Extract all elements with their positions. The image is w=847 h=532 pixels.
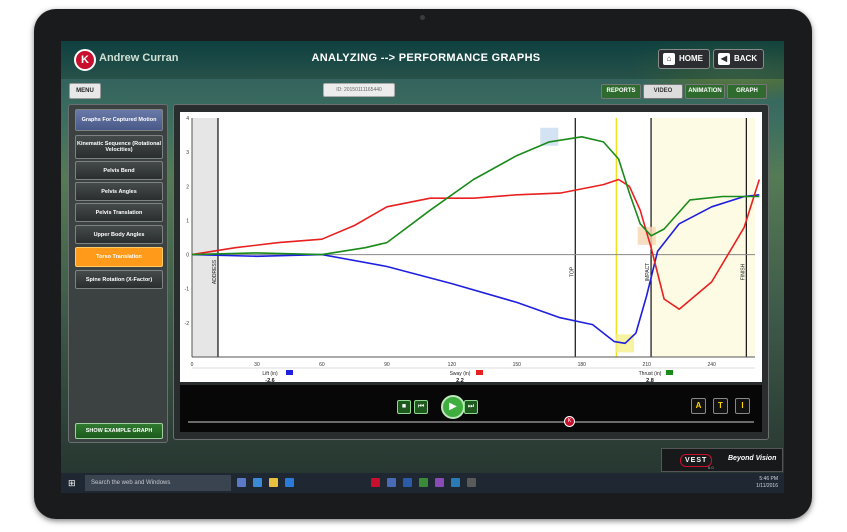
x-tick-label: 90 <box>384 362 390 368</box>
k-logo-icon: K <box>74 49 96 71</box>
brand-tagline: Beyond Vision <box>728 455 777 462</box>
x-tick-label: 150 <box>513 362 522 368</box>
app-icon-4[interactable] <box>419 478 428 487</box>
sidebar-item-pelvis-bend[interactable]: Pelvis Bend <box>75 161 163 180</box>
sidebar-item-torso-translation[interactable]: Torso Translation <box>75 247 163 267</box>
follow-through-region <box>651 118 755 357</box>
legend-value: 2.2 <box>456 378 464 382</box>
y-tick-label: -1 <box>185 287 190 293</box>
clock-date: 1/11/2016 <box>756 483 778 489</box>
back-button[interactable]: ◀ BACK <box>713 49 765 69</box>
playback-scrubber-track[interactable] <box>188 421 754 423</box>
phase-label: ADDRESS <box>212 259 218 284</box>
skip-back-icon[interactable]: ⏮ <box>414 400 428 414</box>
sidebar-item-pelvis-angles[interactable]: Pelvis Angles <box>75 182 163 201</box>
play-icon[interactable]: ▶ <box>441 395 465 419</box>
torso-translation-chart: ADDRESS TOP IMPACT FINISH-2-1012340 30 60 90 12… <box>185 116 761 384</box>
taskbar-clock: 5:46 PM 1/11/2016 <box>756 476 778 490</box>
y-tick-label: 0 <box>186 253 189 259</box>
capture-id: ID: 20150111165440 <box>323 83 395 97</box>
skip-forward-icon[interactable]: ⏭ <box>464 400 478 414</box>
sidebar-item-pelvis-translation[interactable]: Pelvis Translation <box>75 203 163 222</box>
legend-label: Thrust (in) <box>639 371 662 377</box>
tab-animation[interactable]: ANIMATION <box>685 84 725 99</box>
legend-swatch <box>666 370 673 375</box>
chart-area: ADDRESS TOP IMPACT FINISH -2 -1 0 1 2 3 4 0 30 60 90 12… <box>180 112 762 384</box>
menu-button[interactable]: MENU <box>69 83 101 99</box>
store-icon[interactable] <box>285 478 294 487</box>
page-title: ANALYZING --> PERFORMANCE GRAPHS <box>311 52 541 64</box>
edge-browser-icon[interactable] <box>253 478 262 487</box>
peak-highlight <box>540 127 559 146</box>
x-tick-label: 240 <box>708 362 717 368</box>
tab-reports[interactable]: REPORTS <box>601 84 641 99</box>
impact-marker-button[interactable]: I <box>735 398 750 414</box>
file-explorer-icon[interactable] <box>269 478 278 487</box>
playback-scrubber-handle[interactable]: K <box>564 416 575 427</box>
phase-label: FINISH <box>740 263 746 280</box>
legend-value: -2.6 <box>265 378 274 382</box>
taskbar-search-input[interactable]: Search the web and Windows <box>85 475 231 491</box>
home-label: HOME <box>679 54 703 63</box>
tab-video[interactable]: VIDEO <box>643 84 683 99</box>
y-tick-label: 3 <box>186 150 189 156</box>
sidebar-item-kinematic-sequence[interactable]: Kinematic Sequence (Rotational Velocitie… <box>75 135 163 159</box>
tab-graph[interactable]: GRAPH <box>727 84 767 99</box>
y-tick-label: 1 <box>186 218 189 224</box>
y-tick-label: 4 <box>186 116 189 122</box>
home-button[interactable]: ⌂ HOME <box>658 49 710 69</box>
playback-controls: ■ ⏮ ▶ ⏭ A T I K <box>180 385 762 432</box>
x-tick-label: 120 <box>448 362 457 368</box>
sidebar-item-spine-rotation[interactable]: Spine Rotation (X-Factor) <box>75 270 163 289</box>
back-label: BACK <box>734 54 758 63</box>
brand-version: 6.0 <box>708 465 714 470</box>
sidebar-item-upper-body-angles[interactable]: Upper Body Angles <box>75 225 163 244</box>
legend-label: Lift (in) <box>262 371 278 377</box>
camera <box>420 15 425 20</box>
sidebar-header: Graphs For Captured Motion <box>75 109 163 131</box>
back-arrow-icon: ◀ <box>718 52 730 65</box>
x-tick-label: 30 <box>254 362 260 368</box>
top-marker-button[interactable]: T <box>713 398 728 414</box>
app-icon-2[interactable] <box>387 478 396 487</box>
x-tick-label: 60 <box>319 362 325 368</box>
home-icon: ⌂ <box>663 52 675 65</box>
x-tick-label: 0 <box>191 362 194 368</box>
clock-time: 5:46 PM <box>759 476 778 482</box>
graph-sidebar: Graphs For Captured Motion Kinematic Seq… <box>68 104 168 443</box>
chart-panel: ADDRESS TOP IMPACT FINISH -2 -1 0 1 2 3 4 0 30 60 90 12… <box>173 104 769 440</box>
legend-label: Sway (in) <box>450 371 471 377</box>
address-region <box>192 118 218 357</box>
windows-start-icon[interactable]: ⊞ <box>68 478 78 488</box>
y-tick-label: 2 <box>186 184 189 190</box>
show-example-graph-button[interactable]: SHOW EXAMPLE GRAPH <box>75 423 163 439</box>
x-tick-label: 210 <box>643 362 652 368</box>
legend-swatch <box>286 370 293 375</box>
legend-swatch <box>476 370 483 375</box>
phase-label: TOP <box>569 266 575 277</box>
y-tick-label: -2 <box>185 321 190 327</box>
app-icon-5[interactable] <box>435 478 444 487</box>
stop-icon[interactable]: ■ <box>397 400 411 414</box>
task-view-icon[interactable] <box>237 478 246 487</box>
kvest-app-icon[interactable] <box>371 478 380 487</box>
peak-highlight <box>637 226 656 245</box>
app-icon-7[interactable] <box>467 478 476 487</box>
user-name: Andrew Curran <box>99 52 179 64</box>
app-screen: K Andrew Curran ANALYZING --> PERFORMANC… <box>61 41 784 493</box>
legend-value: 2.8 <box>646 378 654 382</box>
windows-taskbar: ⊞ Search the web and Windows 5:46 PM 1/11… <box>61 473 784 493</box>
tablet-frame: K Andrew Curran ANALYZING --> PERFORMANC… <box>34 9 812 519</box>
app-icon-6[interactable] <box>451 478 460 487</box>
app-header: K Andrew Curran ANALYZING --> PERFORMANC… <box>61 41 784 79</box>
address-marker-button[interactable]: A <box>691 398 706 414</box>
kvest-brand: VEST Beyond Vision 6.0 <box>661 448 783 472</box>
x-tick-label: 180 <box>578 362 587 368</box>
app-icon-3[interactable] <box>403 478 412 487</box>
